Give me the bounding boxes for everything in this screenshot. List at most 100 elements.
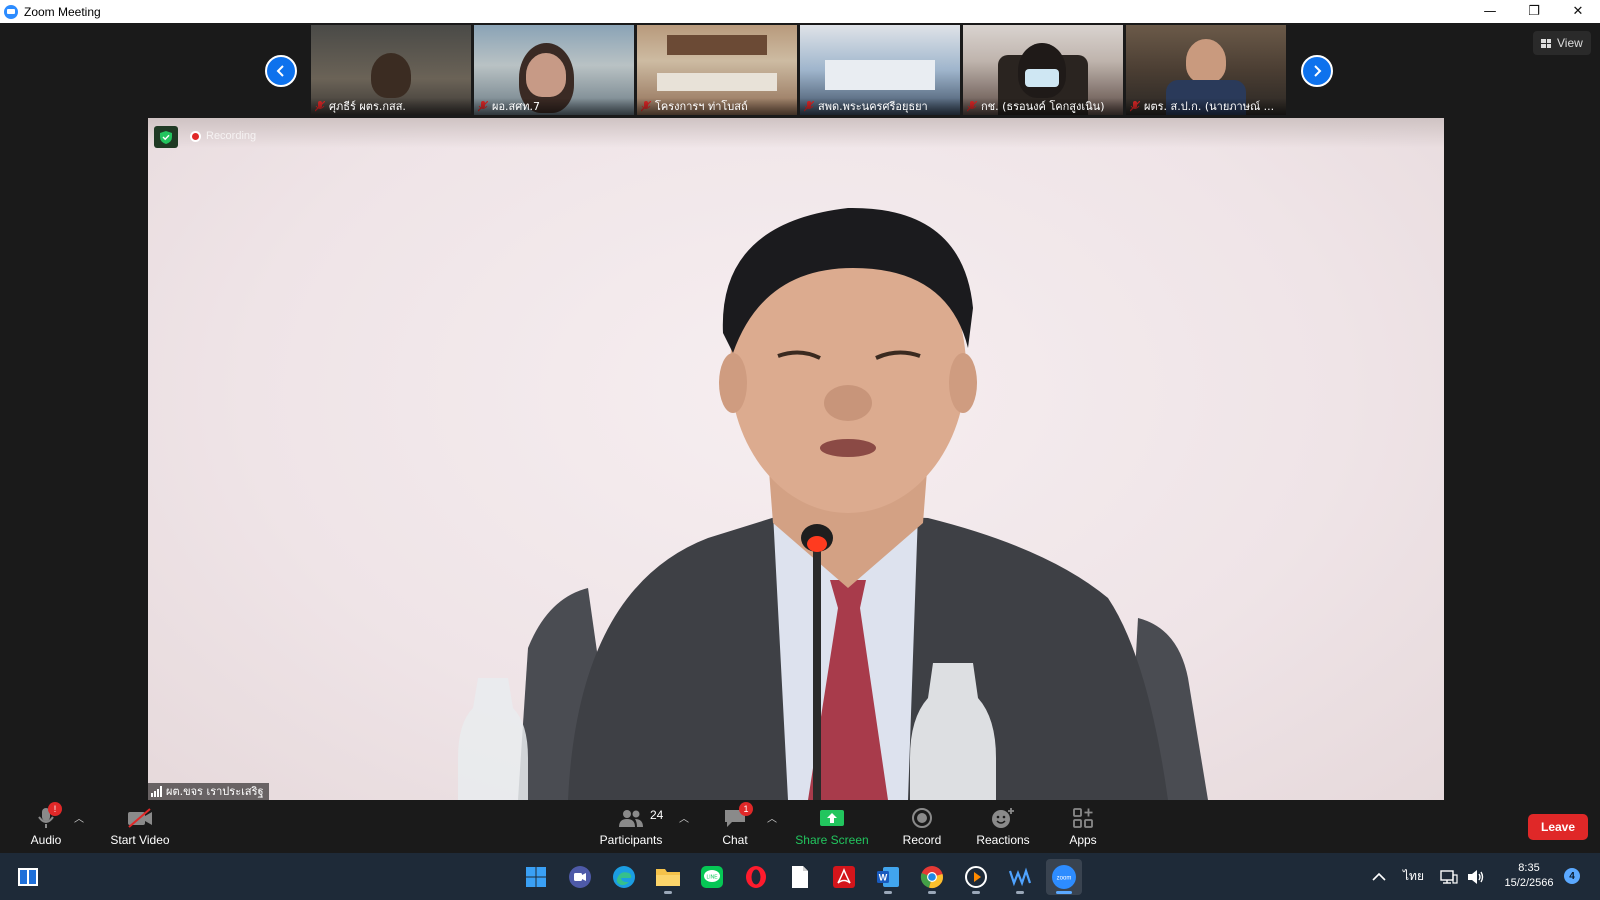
- clock-time: 8:35: [1518, 862, 1540, 874]
- speaker-name: ผต.ขจร เราประเสริฐ: [166, 785, 264, 798]
- window-title: Zoom Meeting: [24, 4, 101, 19]
- participant-tile[interactable]: ผตร. ส.ป.ก. (นายภาษณ์ ...: [1126, 25, 1286, 115]
- word-icon: W: [877, 867, 899, 887]
- participants-icon: [619, 810, 643, 827]
- network-icon: [1440, 869, 1458, 884]
- participant-tile[interactable]: ศุภธีร์ ผตร.กสส.: [311, 25, 471, 115]
- svg-text:W: W: [879, 873, 888, 883]
- participant-tile[interactable]: สพด.พระนครศรีอยุธยา: [800, 25, 960, 115]
- apps-icon: [1073, 808, 1093, 828]
- record-icon: [912, 808, 932, 828]
- svg-text:zoom: zoom: [1057, 876, 1072, 882]
- task-view-button[interactable]: [10, 859, 46, 895]
- participant-tile[interactable]: กช. (ธรอนงค์ โคกสูงเนิน): [963, 25, 1123, 115]
- taskbar-zoom[interactable]: zoom: [1046, 859, 1082, 895]
- taskbar-line[interactable]: LINE: [694, 859, 730, 895]
- input-language-indicator[interactable]: ไทย: [1403, 853, 1424, 900]
- participant-name: สพด.พระนครศรีอยุธยา: [800, 98, 960, 115]
- taskbar-acrobat[interactable]: [826, 859, 862, 895]
- acrobat-icon: [833, 866, 855, 888]
- share-screen-icon: [820, 810, 844, 826]
- start-video-button[interactable]: Start Video: [105, 800, 175, 853]
- meeting-toolbar: ! Audio ︿ Start Video 24 Participants ︿ …: [0, 800, 1600, 853]
- chevron-right-icon: [1314, 65, 1322, 77]
- taskbar-notepad[interactable]: [782, 859, 818, 895]
- audio-button[interactable]: ! Audio: [26, 800, 66, 853]
- taskbar-word[interactable]: W: [870, 859, 906, 895]
- reactions-label: Reactions: [976, 833, 1030, 847]
- chat-button[interactable]: 1 Chat: [710, 800, 760, 853]
- taskbar-chrome[interactable]: [914, 859, 950, 895]
- audio-options-caret-icon[interactable]: ︿: [74, 810, 84, 825]
- start-video-label: Start Video: [110, 833, 170, 847]
- show-hidden-icons-button[interactable]: [1372, 853, 1386, 900]
- participant-name: กช. (ธรอนงค์ โคกสูงเนิน): [963, 98, 1123, 115]
- chevron-up-icon: [1372, 872, 1386, 881]
- participant-strip: ศุภธีร์ ผตร.กสส. ผอ.สศท.7 โครงการฯ ท่าโบ…: [311, 25, 1286, 115]
- share-screen-button[interactable]: Share Screen: [792, 800, 872, 853]
- participant-name: โครงการฯ ท่าโบสถ์: [637, 98, 797, 115]
- participants-count: 24: [650, 808, 664, 822]
- chrome-icon: [920, 866, 943, 888]
- video-off-icon: [128, 808, 152, 828]
- chat-unread-badge: 1: [739, 802, 753, 816]
- start-icon: [526, 867, 546, 887]
- gallery-prev-button[interactable]: [265, 55, 297, 87]
- speaker-image: [458, 207, 1208, 800]
- volume-button[interactable]: [1467, 853, 1485, 900]
- speaker-icon: [1468, 869, 1484, 884]
- taskbar-media-player[interactable]: [958, 859, 994, 895]
- chat-options-caret-icon[interactable]: ︿: [767, 810, 777, 825]
- notification-badge[interactable]: 4: [1564, 868, 1580, 884]
- notepad-icon: [792, 866, 808, 888]
- participants-button[interactable]: 24 Participants: [596, 800, 666, 853]
- recording-indicator[interactable]: Recording: [190, 130, 256, 142]
- taskbar-zoom-meetings[interactable]: [562, 859, 598, 895]
- reactions-button[interactable]: Reactions: [968, 800, 1038, 853]
- meeting-area: ศุภธีร์ ผตร.กสส. ผอ.สศท.7 โครงการฯ ท่าโบ…: [0, 23, 1600, 800]
- clock-date: 15/2/2566: [1504, 877, 1554, 889]
- taskbar-file-explorer[interactable]: [650, 859, 686, 895]
- active-speaker-video: Recording ผต.ขจร เราประเสริฐ: [148, 118, 1444, 800]
- language-label: ไทย: [1403, 869, 1424, 883]
- windows-taskbar: LINE W zoom ไทย 8:35 15/2/2566 4: [0, 853, 1600, 900]
- opera-icon: [746, 866, 766, 888]
- edge-icon: [613, 866, 635, 888]
- record-label: Record: [902, 833, 942, 847]
- participants-label: Participants: [599, 833, 663, 847]
- taskbar-edge[interactable]: [606, 859, 642, 895]
- gallery-next-button[interactable]: [1301, 55, 1333, 87]
- record-button[interactable]: Record: [892, 800, 952, 853]
- chevron-left-icon: [276, 65, 284, 77]
- share-screen-label: Share Screen: [795, 833, 869, 847]
- security-shield-icon[interactable]: [154, 126, 178, 148]
- taskbar-clock[interactable]: 8:35 15/2/2566: [1500, 861, 1558, 891]
- participant-name: ศุภธีร์ ผตร.กสส.: [311, 98, 471, 115]
- audio-label: Audio: [30, 833, 62, 847]
- signal-strength-icon: [151, 786, 162, 797]
- taskbar-audio-app[interactable]: [1002, 859, 1038, 895]
- participants-options-caret-icon[interactable]: ︿: [679, 810, 689, 825]
- file-explorer-icon: [656, 869, 680, 886]
- audio-warning-badge: !: [48, 802, 62, 816]
- reactions-icon: [992, 808, 1014, 828]
- audio-app-icon: [1008, 867, 1032, 887]
- close-button[interactable]: ✕: [1556, 0, 1600, 23]
- zoom-logo-icon: [4, 4, 18, 19]
- participant-tile[interactable]: โครงการฯ ท่าโบสถ์: [637, 25, 797, 115]
- network-button[interactable]: [1440, 853, 1458, 900]
- taskbar-opera[interactable]: [738, 859, 774, 895]
- task-view-icon: [18, 868, 38, 886]
- chat-label: Chat: [722, 833, 748, 847]
- view-button[interactable]: View: [1533, 31, 1591, 55]
- minimize-button[interactable]: —: [1468, 0, 1512, 23]
- leave-button[interactable]: Leave: [1528, 814, 1588, 840]
- speaker-name-tag: ผต.ขจร เราประเสริฐ: [148, 783, 269, 800]
- apps-label: Apps: [1069, 833, 1097, 847]
- apps-button[interactable]: Apps: [1058, 800, 1108, 853]
- grid-view-icon: [1541, 38, 1551, 48]
- start-button[interactable]: [518, 859, 554, 895]
- restore-button[interactable]: ❐: [1512, 0, 1556, 23]
- participant-tile[interactable]: ผอ.สศท.7: [474, 25, 634, 115]
- recording-label: Recording: [206, 130, 257, 142]
